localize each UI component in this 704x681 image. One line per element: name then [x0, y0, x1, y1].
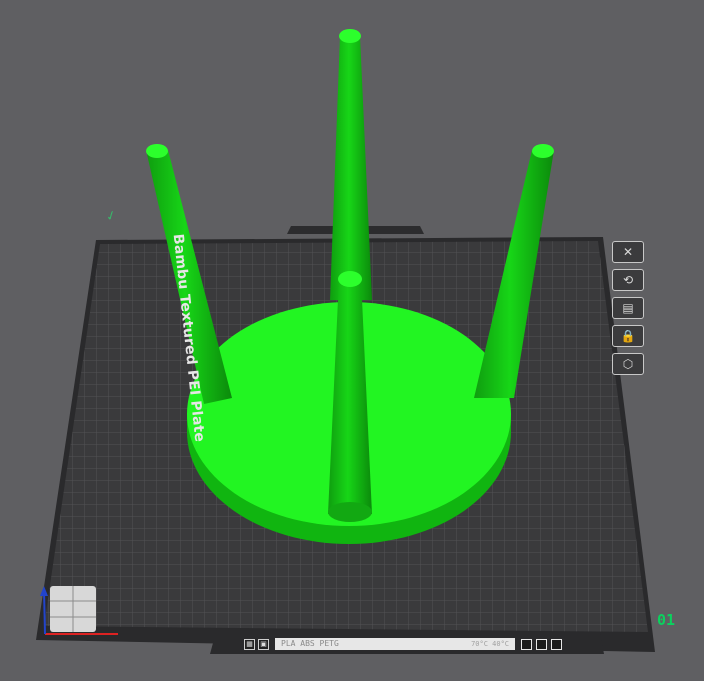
spool-icon[interactable] — [521, 638, 532, 650]
arrange-icon[interactable]: ▤ — [612, 297, 644, 319]
filament-summary[interactable]: PLA ABS PETG 70°C 40°C — [275, 638, 515, 650]
auto-orient-icon[interactable]: ⟲ — [612, 269, 644, 291]
trash-icon[interactable] — [551, 638, 562, 650]
lock-icon[interactable]: 🔒 — [612, 325, 644, 347]
box-icon[interactable] — [536, 638, 547, 650]
object-list-icon[interactable]: ▦ — [244, 638, 255, 650]
plate-toolbar: ✕ ⟲ ▤ 🔒 ⬡ — [612, 241, 648, 375]
filament-types: PLA ABS PETG — [281, 639, 339, 648]
plate-number[interactable]: 01 — [657, 611, 675, 629]
close-icon[interactable]: ✕ — [612, 241, 644, 263]
filament-icon[interactable]: ▣ — [258, 638, 269, 650]
plate-temps: 70°C 40°C — [471, 640, 509, 648]
settings-icon[interactable]: ⬡ — [612, 353, 644, 375]
leg-back — [330, 36, 372, 300]
3d-viewport[interactable] — [0, 0, 704, 681]
plate-status-bar: ▦ ▣ PLA ABS PETG 70°C 40°C — [244, 636, 576, 652]
